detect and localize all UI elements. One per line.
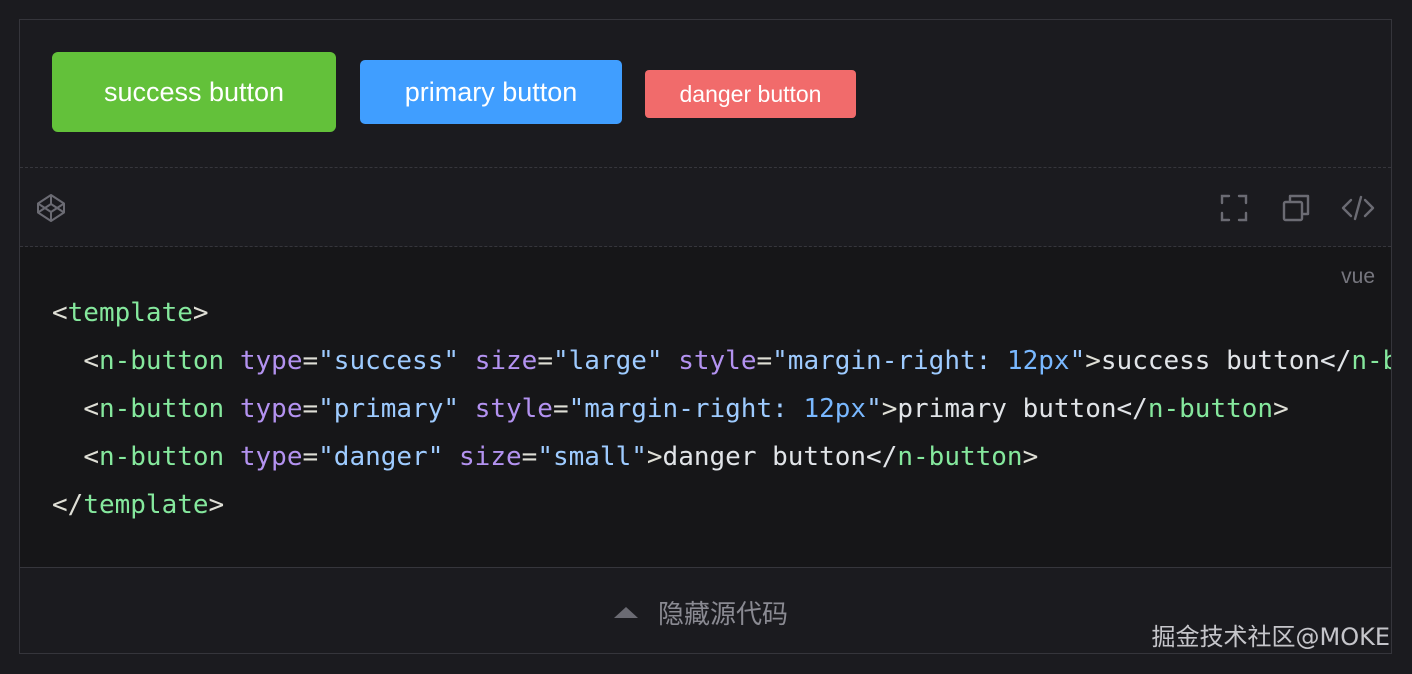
hide-code-label: 隐藏源代码 bbox=[658, 599, 789, 630]
watermark: 掘金技术社区@MOKE bbox=[1152, 617, 1391, 652]
code-token: n-button bbox=[98, 394, 225, 424]
code-token: > bbox=[1022, 442, 1039, 472]
success-button[interactable]: success button bbox=[52, 52, 336, 132]
code-token: > bbox=[881, 394, 898, 424]
code-token: success button</ bbox=[1100, 346, 1352, 376]
code-icon[interactable] bbox=[1341, 191, 1375, 225]
code-token: template bbox=[67, 298, 193, 328]
code-token: = bbox=[302, 442, 319, 472]
caret-up-icon bbox=[614, 606, 638, 618]
demo-toolbar bbox=[20, 167, 1391, 247]
code-token: type bbox=[239, 394, 303, 424]
code-line-1: <template> bbox=[52, 289, 1391, 337]
code-token: > bbox=[1273, 394, 1289, 424]
code-token: < bbox=[83, 394, 99, 424]
code-token: > bbox=[192, 298, 209, 328]
code-token: n-button bbox=[1147, 394, 1274, 424]
code-token: = bbox=[302, 346, 319, 376]
code-token: = bbox=[756, 346, 773, 376]
code-token: "success" bbox=[318, 346, 460, 376]
fullscreen-icon[interactable] bbox=[1217, 191, 1251, 225]
code-content: <template> <n-button type="success" size… bbox=[52, 289, 1391, 529]
code-token: danger button</ bbox=[662, 442, 898, 472]
code-token: primary button</ bbox=[897, 394, 1148, 424]
code-token: size bbox=[474, 346, 538, 376]
code-token: "large" bbox=[552, 346, 663, 376]
code-token: "margin-right: bbox=[568, 394, 804, 424]
code-token: style bbox=[678, 346, 757, 376]
code-line-5: </template> bbox=[52, 481, 1391, 529]
codepen-icon[interactable] bbox=[34, 191, 68, 225]
code-token: "primary" bbox=[318, 394, 460, 424]
code-block: vue <template> <n-button type="success" … bbox=[20, 247, 1391, 567]
hide-code-toggle[interactable]: 隐藏源代码 bbox=[614, 594, 788, 630]
code-token: = bbox=[521, 442, 538, 472]
code-token: " bbox=[1069, 346, 1086, 376]
code-token: "small" bbox=[537, 442, 647, 472]
code-token: style bbox=[474, 394, 553, 424]
code-token: type bbox=[239, 442, 303, 472]
code-token: > bbox=[208, 490, 225, 520]
watermark-text: 掘金技术社区@MOKE bbox=[1151, 623, 1391, 651]
danger-button[interactable]: danger button bbox=[645, 70, 856, 118]
code-token: "margin-right: bbox=[772, 346, 1007, 376]
code-token: 12px bbox=[1006, 346, 1070, 376]
code-token: n-button bbox=[98, 442, 225, 472]
primary-button[interactable]: primary button bbox=[360, 60, 622, 124]
code-token: </ bbox=[52, 490, 84, 520]
code-token: template bbox=[83, 490, 209, 520]
code-token: 12px bbox=[803, 394, 867, 424]
code-token: type bbox=[239, 346, 303, 376]
demo-card: success button primary button danger but… bbox=[19, 19, 1392, 654]
code-token: " bbox=[866, 394, 882, 424]
code-token: > bbox=[1085, 346, 1101, 376]
code-token: < bbox=[83, 442, 99, 472]
preview-area: success button primary button danger but… bbox=[20, 20, 1391, 167]
code-token: = bbox=[537, 346, 553, 376]
code-token: = bbox=[552, 394, 569, 424]
code-line-4: <n-button type="danger" size="small">dan… bbox=[52, 433, 1391, 481]
code-token: > bbox=[646, 442, 663, 472]
code-token: "danger" bbox=[318, 442, 444, 472]
copy-icon[interactable] bbox=[1279, 191, 1313, 225]
code-token: n-button bbox=[897, 442, 1023, 472]
language-label: vue bbox=[1341, 265, 1375, 288]
code-token: n-button bbox=[98, 346, 225, 376]
code-token: = bbox=[302, 394, 319, 424]
code-token: < bbox=[52, 298, 68, 328]
code-token: n-button bbox=[1351, 346, 1391, 376]
code-line-2: <n-button type="success" size="large" st… bbox=[52, 337, 1391, 385]
code-token: < bbox=[83, 346, 99, 376]
code-token: size bbox=[459, 442, 522, 472]
code-line-3: <n-button type="primary" style="margin-r… bbox=[52, 385, 1391, 433]
